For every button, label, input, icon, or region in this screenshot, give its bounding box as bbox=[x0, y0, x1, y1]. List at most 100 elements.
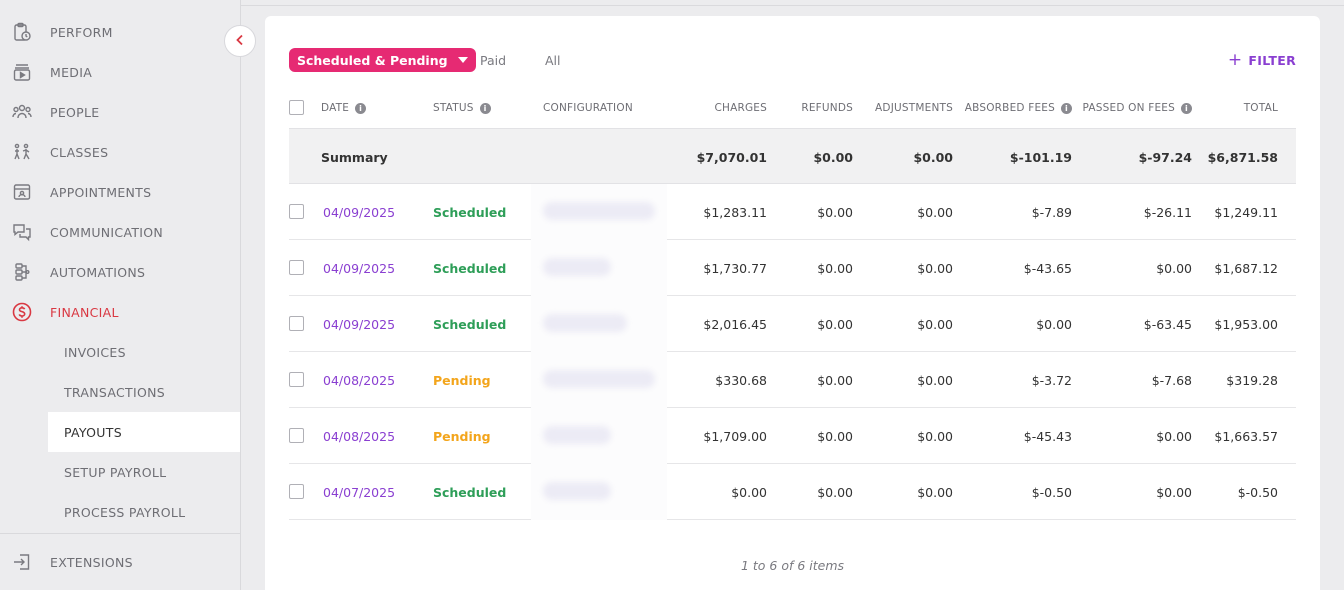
collapse-sidebar-button[interactable] bbox=[224, 25, 256, 57]
row-passed-on-fees: $0.00 bbox=[1156, 484, 1192, 500]
info-icon[interactable]: i bbox=[1181, 102, 1192, 114]
sidebar-subitem-label: SETUP PAYROLL bbox=[64, 464, 167, 480]
row-refunds: $0.00 bbox=[817, 204, 853, 220]
col-adjustments[interactable]: ADJUSTMENTS bbox=[853, 88, 953, 128]
tab-scheduled-pending[interactable]: Scheduled & Pending bbox=[289, 48, 476, 72]
row-refunds: $0.00 bbox=[817, 372, 853, 388]
col-configuration[interactable]: CONFIGURATION bbox=[543, 88, 633, 128]
sidebar-subitem-label: PROCESS PAYROLL bbox=[64, 504, 186, 520]
sidebar-subitem-process-payroll[interactable]: PROCESS PAYROLL bbox=[48, 492, 240, 532]
row-status: Scheduled bbox=[433, 484, 507, 500]
col-passed-on-fees[interactable]: PASSED ON FEES i bbox=[1072, 88, 1192, 128]
row-checkbox[interactable] bbox=[289, 204, 304, 219]
row-date-link[interactable]: 04/09/2025 bbox=[323, 240, 395, 296]
col-status-label: STATUS bbox=[433, 102, 474, 114]
row-status: Scheduled bbox=[433, 204, 507, 220]
row-total: $1,953.00 bbox=[1214, 316, 1278, 332]
table-row[interactable]: 04/07/2025 Scheduled $0.00 $0.00 $0.00 $… bbox=[289, 464, 1296, 520]
row-adjustments: $0.00 bbox=[917, 316, 953, 332]
sidebar-item-media[interactable]: MEDIA bbox=[0, 52, 240, 92]
row-charges: $0.00 bbox=[731, 484, 767, 500]
sidebar-item-classes[interactable]: CLASSES bbox=[0, 132, 240, 172]
col-date[interactable]: DATE i bbox=[321, 88, 367, 128]
info-icon[interactable]: i bbox=[1061, 102, 1072, 114]
row-absorbed-fees: $-7.89 bbox=[1031, 204, 1072, 220]
sidebar-item-label: EXTENSIONS bbox=[50, 554, 133, 570]
row-absorbed-fees: $-43.65 bbox=[1023, 260, 1072, 276]
redacted-configuration bbox=[543, 314, 627, 332]
summary-refunds: $0.00 bbox=[813, 149, 853, 165]
info-icon[interactable]: i bbox=[479, 102, 491, 114]
sidebar-item-appointments[interactable]: APPOINTMENTS bbox=[0, 172, 240, 212]
row-adjustments: $0.00 bbox=[917, 428, 953, 444]
sidebar-subitem-payouts[interactable]: PAYOUTS bbox=[48, 412, 240, 452]
table-row[interactable]: 04/08/2025 Pending $330.68 $0.00 $0.00 $… bbox=[289, 352, 1296, 408]
row-date-link[interactable]: 04/08/2025 bbox=[323, 352, 395, 408]
col-status[interactable]: STATUS i bbox=[433, 88, 491, 128]
row-date-link[interactable]: 04/09/2025 bbox=[323, 296, 395, 352]
sidebar-item-communication[interactable]: COMMUNICATION bbox=[0, 212, 240, 252]
sidebar-subitem-transactions[interactable]: TRANSACTIONS bbox=[48, 372, 240, 412]
row-date-link[interactable]: 04/07/2025 bbox=[323, 464, 395, 520]
summary-row: Summary $7,070.01 $0.00 $0.00 $-101.19 $… bbox=[289, 128, 1296, 184]
row-date-link[interactable]: 04/09/2025 bbox=[323, 184, 395, 240]
row-adjustments: $0.00 bbox=[917, 372, 953, 388]
sidebar-subitem-invoices[interactable]: INVOICES bbox=[48, 332, 240, 372]
table-row[interactable]: 04/09/2025 Scheduled $1,283.11 $0.00 $0.… bbox=[289, 184, 1296, 240]
row-absorbed-fees: $-0.50 bbox=[1031, 484, 1072, 500]
caret-down-icon bbox=[457, 57, 468, 63]
row-charges: $1,283.11 bbox=[703, 204, 767, 220]
sidebar-subitem-label: INVOICES bbox=[64, 344, 126, 360]
redacted-configuration bbox=[543, 258, 611, 276]
row-absorbed-fees: $-45.43 bbox=[1023, 428, 1072, 444]
row-charges: $1,709.00 bbox=[703, 428, 767, 444]
col-charges[interactable]: CHARGES bbox=[669, 88, 767, 128]
pagination-info: 1 to 6 of 6 items bbox=[740, 558, 845, 573]
sidebar-subitem-setup-payroll[interactable]: SETUP PAYROLL bbox=[48, 452, 240, 492]
table-row[interactable]: 04/09/2025 Scheduled $2,016.45 $0.00 $0.… bbox=[289, 296, 1296, 352]
payouts-card: Scheduled & Pending Paid All + FILTER DA… bbox=[265, 16, 1320, 590]
row-date-link[interactable]: 04/08/2025 bbox=[323, 408, 395, 464]
info-icon[interactable]: i bbox=[355, 102, 367, 114]
col-refunds-label: REFUNDS bbox=[801, 102, 853, 114]
row-adjustments: $0.00 bbox=[917, 260, 953, 276]
row-status: Scheduled bbox=[433, 260, 507, 276]
table-row[interactable]: 04/08/2025 Pending $1,709.00 $0.00 $0.00… bbox=[289, 408, 1296, 464]
col-total[interactable]: TOTAL bbox=[1192, 88, 1278, 128]
automation-icon bbox=[12, 262, 32, 282]
row-total: $1,249.11 bbox=[1214, 204, 1278, 220]
sidebar-item-label: PEOPLE bbox=[50, 104, 100, 120]
row-checkbox[interactable] bbox=[289, 372, 304, 387]
tab-paid[interactable]: Paid bbox=[480, 48, 506, 72]
row-refunds: $0.00 bbox=[817, 316, 853, 332]
row-checkbox[interactable] bbox=[289, 260, 304, 275]
sidebar-divider bbox=[0, 533, 240, 534]
sidebar-item-extensions[interactable]: EXTENSIONS bbox=[0, 542, 240, 582]
sidebar-item-automations[interactable]: AUTOMATIONS bbox=[0, 252, 240, 292]
row-refunds: $0.00 bbox=[817, 428, 853, 444]
table-row[interactable]: 04/09/2025 Scheduled $1,730.77 $0.00 $0.… bbox=[289, 240, 1296, 296]
sidebar-item-financial[interactable]: FINANCIAL bbox=[0, 292, 240, 332]
sidebar-item-perform[interactable]: PERFORM bbox=[0, 12, 240, 52]
sidebar-item-label: COMMUNICATION bbox=[50, 224, 164, 240]
sidebar-item-label: AUTOMATIONS bbox=[50, 264, 146, 280]
row-absorbed-fees: $0.00 bbox=[1036, 316, 1072, 332]
row-total: $319.28 bbox=[1226, 372, 1278, 388]
sidebar-item-people[interactable]: PEOPLE bbox=[0, 92, 240, 132]
col-charges-label: CHARGES bbox=[714, 102, 767, 114]
col-refunds[interactable]: REFUNDS bbox=[767, 88, 853, 128]
row-checkbox[interactable] bbox=[289, 316, 304, 331]
row-checkbox[interactable] bbox=[289, 428, 304, 443]
col-absorbed-fees[interactable]: ABSORBED FEES i bbox=[953, 88, 1072, 128]
chevron-left-icon bbox=[233, 32, 247, 51]
filter-button[interactable]: + FILTER bbox=[1228, 48, 1296, 72]
sidebar-item-label: MEDIA bbox=[50, 64, 93, 80]
row-total: $1,687.12 bbox=[1214, 260, 1278, 276]
top-bar bbox=[241, 0, 1344, 6]
tab-all[interactable]: All bbox=[545, 48, 561, 72]
row-adjustments: $0.00 bbox=[917, 204, 953, 220]
select-all-checkbox[interactable] bbox=[289, 100, 304, 115]
row-checkbox[interactable] bbox=[289, 484, 304, 499]
sidebar-item-label: PERFORM bbox=[50, 24, 113, 40]
row-passed-on-fees: $-26.11 bbox=[1143, 204, 1192, 220]
